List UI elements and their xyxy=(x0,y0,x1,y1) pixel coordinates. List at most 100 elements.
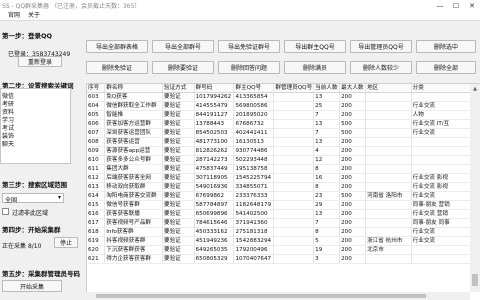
table-row[interactable]: 604 微信群获取全工作群 要验证 414555479 569800586 25 200 行业… xyxy=(87,101,480,112)
table-cell: 客源获客app运营 xyxy=(104,146,163,157)
table-row[interactable]: 621 得力企获客获客群 要验证 650805329 1070407647 3 200 xyxy=(87,254,480,265)
export-owner-qq-button[interactable]: 导出群主QQ号 xyxy=(284,40,346,53)
table-cell: 784615646 xyxy=(194,218,235,229)
delete-selected-button[interactable]: 删除选中 xyxy=(416,40,476,53)
table-cell: 要验证 xyxy=(162,191,195,202)
export-all-table-button[interactable]: 导出全部群表格 xyxy=(86,40,148,53)
table-row[interactable]: 606 获客加客方运营群 要验证 13788443 67686732 13 500 行业交流 … xyxy=(87,119,480,130)
scrollbar-thumb[interactable] xyxy=(472,274,478,286)
table-cell: 618 xyxy=(87,227,106,238)
scroll-up-icon[interactable]: ▲ xyxy=(472,86,478,92)
table-cell: 481773100 xyxy=(194,137,235,148)
delete-answer-question-button[interactable]: 删除回答问题 xyxy=(218,61,280,74)
stop-button[interactable]: 停止 xyxy=(54,237,78,248)
table-cell: 得力企获客获客群 xyxy=(104,254,163,265)
table-cell: 621 xyxy=(87,254,106,265)
delete-need-verify-button[interactable]: 删除要验证 xyxy=(152,61,214,74)
scrollbar-thumb[interactable] xyxy=(96,294,426,298)
window-title: SS - QQ群采集器 （已注册，会员截止天数：365） xyxy=(2,3,141,10)
column-header[interactable]: 序号 xyxy=(87,84,106,94)
table-row[interactable]: 619 抖客视频获客群 要验证 451949236 1542883294 5 200 浙江省 … xyxy=(87,236,480,247)
delete-few-members-button[interactable]: 删除人数较少 xyxy=(350,61,412,74)
table-cell: 要验证 xyxy=(162,218,195,229)
table-row[interactable]: 616 获客获客联播 要验证 650699896 541402500 13 200 行业交流 … xyxy=(87,209,480,220)
table-cell: 获客视频号产品群 xyxy=(104,218,163,229)
export-all-ids-button[interactable]: 导出全部群号 xyxy=(152,40,214,53)
vertical-scrollbar[interactable]: ▲ xyxy=(470,84,480,292)
table-cell: 要验证 xyxy=(162,236,195,247)
menu-item-website[interactable]: 官网 xyxy=(8,11,20,20)
column-header[interactable]: 最大人数 xyxy=(339,84,367,94)
column-header[interactable]: 群管理员QQ号 xyxy=(273,84,315,94)
table-cell: 3 xyxy=(313,254,341,265)
table-cell: 569800586 xyxy=(233,101,275,112)
table-cell: 650699896 xyxy=(194,209,235,220)
export-admin-qq-button[interactable]: 导出管理员QQ号 xyxy=(350,40,412,53)
table-cell: 616 xyxy=(87,209,106,220)
start-collect-admins-button[interactable]: 开始采集 xyxy=(2,280,62,292)
column-header[interactable]: 群号码 xyxy=(194,84,235,94)
delete-all-button[interactable]: 删除全部 xyxy=(416,61,476,74)
table-row[interactable]: 610 获客多多公众号群 要验证 287142273 502293448 12 200 xyxy=(87,155,480,166)
table-cell: 275181318 xyxy=(233,227,275,238)
table-cell xyxy=(365,227,412,238)
table-row[interactable]: 605 智能推 要验证 844191127 201895020 7 200 人物 xyxy=(87,110,480,121)
table-cell xyxy=(365,110,412,121)
horizontal-scrollbar[interactable] xyxy=(86,292,470,300)
table-cell: 620 xyxy=(87,245,106,256)
table-cell: 233376333 xyxy=(233,191,275,202)
table-cell: 获客加客方运营群 xyxy=(104,119,163,130)
table-cell xyxy=(273,137,315,148)
group-results-table[interactable]: 序号 群名称 验证方式 群号码 群主QQ号 群管理员QQ号 当前人数 最大人数 … xyxy=(86,83,480,300)
table-cell: 451949236 xyxy=(194,236,235,247)
table-cell: 获客获客运营 xyxy=(104,137,163,148)
column-header[interactable]: 地区 xyxy=(365,84,412,94)
table-row[interactable]: 617 获客视频号产品群 要验证 784615646 371941360 7 200 同事·朋… xyxy=(87,218,480,229)
table-cell: 500 xyxy=(339,119,367,130)
column-header[interactable]: 群主QQ号 xyxy=(233,84,275,94)
export-no-verify-button[interactable]: 导出免验证群号 xyxy=(218,40,280,53)
table-row[interactable]: 615 微信号获客群 要验证 587784897 1182648179 29 200 同事·朋… xyxy=(87,200,480,211)
delete-full-button[interactable]: 删除满员 xyxy=(284,61,346,74)
relogin-button[interactable]: 重新登录 xyxy=(18,56,62,67)
minimize-button[interactable]: — xyxy=(432,0,448,11)
table-cell: 7 xyxy=(313,128,341,139)
table-row[interactable]: 611 集团大群 要验证 475837449 195138758 8 200 xyxy=(87,164,480,175)
close-button[interactable]: ✕ xyxy=(464,0,480,11)
table-cell: 8 xyxy=(313,164,341,175)
table-row[interactable]: 612 后端获客获客全网 要验证 307118905 1545225794 16 200 行业… xyxy=(87,173,480,184)
table-row[interactable]: 613 移动双向获取群 要验证 549016936 334855071 8 200 行业交流 … xyxy=(87,182,480,193)
table-cell xyxy=(273,200,315,211)
column-header[interactable]: 群名称 xyxy=(104,84,163,94)
results-table: 序号 群名称 验证方式 群号码 群主QQ号 群管理员QQ号 当前人数 最大人数 … xyxy=(87,84,480,265)
table-cell: 200 xyxy=(339,110,367,121)
table-cell: 要验证 xyxy=(162,92,195,103)
column-header[interactable]: 当前人数 xyxy=(313,84,341,94)
step3-title: 第三步：搜索区域范围 xyxy=(2,181,67,189)
table-cell: 201895020 xyxy=(233,110,275,121)
table-row[interactable]: 618 Info获客群 要验证 450333162 275181318 8 200 行业交流 xyxy=(87,227,480,238)
menu-item-about[interactable]: 关于 xyxy=(28,11,40,20)
table-row[interactable]: 609 客源获客app运营 要验证 812826262 930774486 4 200 xyxy=(87,146,480,157)
control-panel: 第一步：登录QQ 已登录：3583743249 重新登录 第二步：设置搜索关键词… xyxy=(0,22,83,300)
table-row[interactable]: 607 深圳获客运营团队 要验证 854502503 402441411 7 500 行业交流 xyxy=(87,128,480,139)
table-row[interactable]: 608 获客获客运营 要验证 481773100 16130513 13 200 xyxy=(87,137,480,148)
maximize-button[interactable]: ☐ xyxy=(448,0,464,11)
table-cell: 200 xyxy=(339,254,367,265)
table-cell: 200 xyxy=(339,218,367,229)
table-row[interactable]: 614 淘阳电商获客交流群 要验证 67699862 233376333 23 500 河南省… xyxy=(87,191,480,202)
table-cell xyxy=(365,173,412,184)
keyword-textarea[interactable]: 微信 考研 资料 学习 考试 装饰 聊天 xyxy=(0,88,71,164)
table-row[interactable]: 620 下沉获客群获客 要验证 649265035 179200496 19 200 北京市 xyxy=(87,245,480,256)
column-header[interactable]: 验证方式 xyxy=(162,84,195,94)
step4-title: 第四步：开始采集群 xyxy=(2,226,61,234)
chevron-down-icon: ▾ xyxy=(57,194,61,201)
delete-no-verify-button[interactable]: 删除免验证 xyxy=(86,61,148,74)
region-select[interactable]: 全国 ▾ xyxy=(2,193,64,204)
table-cell xyxy=(365,155,412,166)
table-row[interactable]: 603 免Q获客 要验证 1017994262 413365854 13 200 xyxy=(87,92,480,103)
table-cell: 获客多多公众号群 xyxy=(104,155,163,166)
table-cell: 195138758 xyxy=(233,164,275,175)
table-cell: 16 xyxy=(313,173,341,184)
filter-region-checkbox[interactable] xyxy=(2,208,9,215)
